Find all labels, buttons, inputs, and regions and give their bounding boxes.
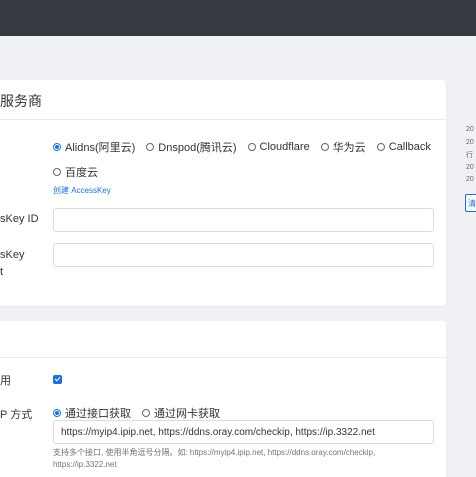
provider-option-label: Callback [388, 141, 431, 153]
provider-option-label: 百度云 [65, 167, 98, 179]
clear-log-button[interactable]: 清 [465, 194, 476, 212]
ip-api-url-input[interactable] [53, 420, 434, 444]
provider-option-alidns[interactable]: Alidns(阿里云) [53, 139, 135, 155]
method-option-api[interactable]: 通过接口获取 [53, 405, 131, 421]
radio-icon[interactable] [146, 143, 155, 151]
radio-icon-checked[interactable] [53, 409, 61, 417]
radio-icon-checked[interactable] [53, 143, 61, 151]
create-accesskey-link[interactable]: 创建 AccessKey [53, 185, 111, 196]
ipv4-card-header [0, 321, 446, 358]
provider-option-label: Dnspod(腾讯云) [158, 142, 237, 154]
side-log-line: 20 [466, 126, 474, 133]
provider-option-baidu[interactable]: 百度云 [53, 164, 98, 180]
radio-icon[interactable] [53, 168, 61, 176]
provider-option-cloudflare[interactable]: Cloudflare [247, 141, 310, 153]
provider-option-huawei[interactable]: 华为云 [320, 139, 366, 155]
radio-icon[interactable] [247, 143, 256, 151]
side-log-line: 行 [466, 152, 473, 159]
provider-option-callback[interactable]: Callback [376, 141, 431, 153]
provider-option-label: Alidns(阿里云) [65, 142, 136, 154]
provider-card-title: 服务商 [0, 93, 42, 109]
enabled-checkbox[interactable] [53, 375, 62, 384]
access-key-id-input[interactable] [53, 208, 434, 232]
side-log-line: 20 [466, 139, 474, 146]
radio-icon[interactable] [142, 409, 150, 417]
provider-option-label: 华为云 [332, 142, 366, 154]
side-log-line: 20 [466, 164, 474, 171]
provider-radio-group-row2: 百度云 [53, 164, 109, 180]
method-option-label: 通过接口获取 [65, 408, 131, 420]
side-log-line: 20 [466, 176, 474, 183]
method-option-label: 通过网卡获取 [154, 408, 220, 420]
method-option-netcard[interactable]: 通过网卡获取 [142, 405, 220, 421]
access-key-secret-label: sKey [0, 249, 25, 261]
get-ip-method-label: P 方式 [0, 409, 33, 421]
access-key-secret-label-line2: t [0, 266, 4, 278]
radio-icon[interactable] [320, 143, 329, 151]
url-help-text: 支持多个接口, 使用半角逗号分隔。如: https://myip4.ipip.n… [53, 448, 376, 457]
enabled-label: 用 [0, 375, 11, 387]
ip-method-radio-group: 通过接口获取 通过网卡获取 [53, 405, 231, 421]
provider-radio-group: Alidns(阿里云) Dnspod(腾讯云) Cloudflare 华为云 C… [53, 139, 442, 155]
top-navbar [0, 0, 476, 36]
provider-option-label: Cloudflare [259, 141, 310, 153]
access-key-secret-input[interactable] [53, 243, 434, 267]
provider-card-header: 服务商 [0, 80, 446, 120]
provider-option-dnspod[interactable]: Dnspod(腾讯云) [146, 139, 237, 155]
access-key-id-label: sKey ID [0, 213, 39, 225]
provider-card: 服务商 Alidns(阿里云) Dnspod(腾讯云) Cloudflare 华… [0, 80, 446, 306]
url-help-text-line2: https://ip.3322.net [53, 460, 117, 469]
ipv4-card: 用 P 方式 通过接口获取 通过网卡获取 支持多个接口, 使用半角逗号分隔。如:… [0, 321, 446, 477]
radio-icon[interactable] [376, 143, 385, 151]
